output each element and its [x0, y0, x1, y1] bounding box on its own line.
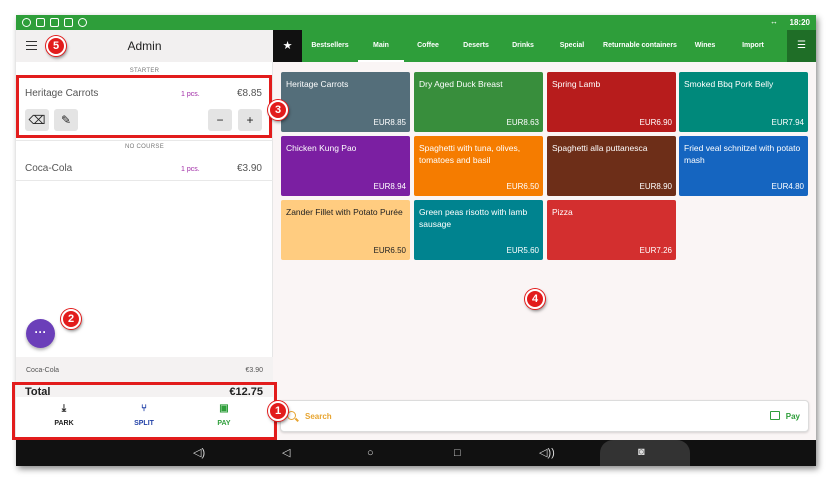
callout-highlight: [16, 75, 272, 138]
star-icon: ★: [282, 40, 293, 52]
tab-bestsellers[interactable]: Bestsellers: [302, 30, 358, 62]
product-tile[interactable]: Pizza EUR7.26: [547, 200, 676, 260]
product-price: EUR8.90: [639, 182, 672, 191]
product-price: EUR7.94: [771, 118, 804, 127]
product-name: Fried veal schnitzel with potato mash: [684, 143, 801, 165]
tab-import[interactable]: Import: [728, 30, 778, 62]
camera-icon: ◙: [638, 446, 645, 458]
product-price: EUR4.80: [771, 182, 804, 191]
notification-icon: [36, 18, 45, 27]
favorites-tab[interactable]: ★: [273, 30, 302, 62]
product-price: EUR7.26: [639, 246, 672, 255]
category-tabs: ★ Bestsellers Main Coffee Deserts Drinks…: [273, 30, 816, 62]
divider: [16, 140, 273, 141]
android-icon: [78, 18, 87, 27]
course-label: STARTER: [129, 68, 160, 74]
divider: [16, 180, 273, 181]
list-view-button[interactable]: ☰: [787, 30, 816, 62]
back-icon[interactable]: ◁: [282, 446, 290, 460]
product-price: EUR6.50: [506, 182, 539, 191]
callout-badge: 5: [46, 36, 66, 56]
item-name: Coca-Cola: [25, 163, 73, 174]
product-tile[interactable]: Dry Aged Duck Breast EUR8.63: [414, 72, 543, 132]
product-price: EUR5.60: [506, 246, 539, 255]
list-icon: ☰: [797, 40, 806, 51]
product-tile[interactable]: Fried veal schnitzel with potato mash EUR…: [679, 136, 808, 196]
product-tile[interactable]: Zander Fillet with Potato Purée EUR6.50: [281, 200, 410, 260]
callout-badge: 3: [268, 100, 288, 120]
product-price: EUR8.85: [373, 118, 406, 127]
callout-badge: 2: [61, 309, 81, 329]
product-tile[interactable]: Smoked Bbq Pork Belly EUR7.94: [679, 72, 808, 132]
search-label: Search: [305, 412, 332, 421]
system-navigation-bar: ◁) ◁ ○ □ ◁)) ◙: [16, 440, 816, 466]
volume-down-icon[interactable]: ◁): [193, 446, 205, 460]
eye-icon: [22, 18, 31, 27]
notification-icon: [64, 18, 73, 27]
item-price: €3.90: [236, 163, 262, 174]
product-name: Pizza: [552, 207, 573, 217]
product-tile[interactable]: Spaghetti with tuna, olives, tomatoes an…: [414, 136, 543, 196]
home-icon[interactable]: ○: [367, 446, 374, 460]
product-name: Heritage Carrots: [286, 79, 349, 89]
product-name: Dry Aged Duck Breast: [419, 79, 503, 89]
product-price: EUR6.90: [639, 118, 672, 127]
callout-badge: 4: [525, 289, 545, 309]
summary-item-name: Coca-Cola: [26, 367, 60, 374]
status-bar: ↔ 18:20: [16, 15, 816, 30]
tab-drinks[interactable]: Drinks: [500, 30, 546, 62]
product-price: EUR6.50: [373, 246, 406, 255]
product-tile[interactable]: Green peas risotto with lamb sausage EUR5…: [414, 200, 543, 260]
screenshot-button[interactable]: ◙: [600, 440, 690, 466]
more-options-button[interactable]: ···: [26, 319, 55, 348]
product-tile[interactable]: Spring Lamb EUR6.90: [547, 72, 676, 132]
product-tile[interactable]: Heritage Carrots EUR8.85: [281, 72, 410, 132]
swap-arrows-icon: ↔: [770, 17, 778, 26]
summary-item-price: €3.90: [245, 367, 263, 374]
tab-returnable-containers[interactable]: Returnable containers: [598, 30, 682, 62]
product-price: EUR8.63: [506, 118, 539, 127]
pay-link[interactable]: Pay: [786, 412, 800, 421]
product-name: Green peas risotto with lamb sausage: [419, 207, 528, 229]
product-price: EUR8.94: [373, 182, 406, 191]
tab-deserts[interactable]: Deserts: [452, 30, 500, 62]
tab-wines[interactable]: Wines: [682, 30, 728, 62]
recents-icon[interactable]: □: [454, 446, 461, 460]
product-name: Chicken Kung Pao: [286, 143, 357, 153]
product-name: Spring Lamb: [552, 79, 601, 89]
callout-badge: 1: [268, 401, 288, 421]
search-bar[interactable]: Search Pay: [280, 400, 809, 432]
wallet-icon[interactable]: [770, 411, 780, 420]
product-tile[interactable]: Chicken Kung Pao EUR8.94: [281, 136, 410, 196]
tab-special[interactable]: Special: [546, 30, 598, 62]
course-label: NO COURSE: [124, 144, 165, 150]
image-icon: [50, 18, 59, 27]
tab-main[interactable]: Main: [358, 30, 404, 62]
product-name: Spaghetti with tuna, olives, tomatoes an…: [419, 143, 521, 165]
search-icon: [287, 411, 296, 420]
product-name: Smoked Bbq Pork Belly: [684, 79, 774, 89]
product-name: Spaghetti alla puttanesca: [552, 143, 648, 153]
callout-highlight: [12, 382, 277, 440]
volume-up-icon[interactable]: ◁)): [539, 446, 555, 460]
product-tile[interactable]: Spaghetti alla puttanesca EUR8.90: [547, 136, 676, 196]
item-quantity: 1 pcs.: [181, 166, 200, 173]
tab-coffee[interactable]: Coffee: [404, 30, 452, 62]
product-name: Zander Fillet with Potato Purée: [286, 207, 403, 217]
clock: 18:20: [789, 18, 810, 27]
